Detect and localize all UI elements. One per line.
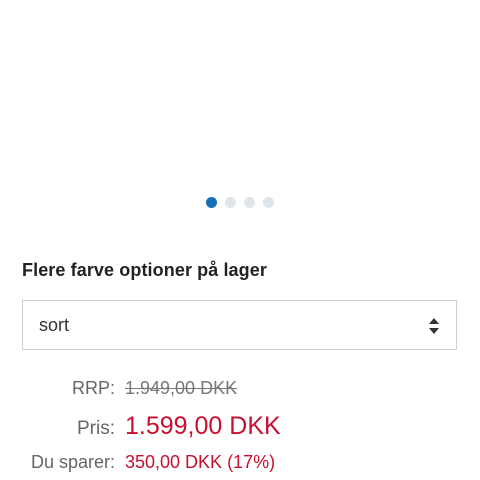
product-page: Flere farve optioner på lager sort RRP: … bbox=[0, 0, 480, 480]
price-row: Pris: 1.599,00 DKK bbox=[0, 412, 480, 441]
rrp-label: RRP: bbox=[71, 378, 115, 398]
savings-label: Du sparer: bbox=[30, 452, 115, 472]
color-select-value: sort bbox=[39, 314, 70, 335]
gallery-dot-4[interactable] bbox=[263, 197, 274, 208]
product-image-area[interactable] bbox=[0, 0, 480, 185]
select-updown-icon bbox=[429, 318, 439, 334]
price-value: 1.599,00 DKK bbox=[125, 412, 281, 440]
savings-value: 350,00 DKK (17%) bbox=[125, 452, 276, 472]
gallery-dot-1[interactable] bbox=[206, 197, 217, 208]
gallery-pagination bbox=[0, 197, 480, 208]
price-label: Pris: bbox=[77, 418, 115, 439]
rrp-value: 1.949,00 DKK bbox=[125, 378, 238, 398]
gallery-dot-3[interactable] bbox=[244, 197, 255, 208]
gallery-dot-2[interactable] bbox=[225, 197, 236, 208]
rrp-row: RRP: 1.949,00 DKK bbox=[0, 378, 480, 399]
savings-row: Du sparer: 350,00 DKK (17%) bbox=[0, 452, 480, 473]
color-select[interactable]: sort bbox=[22, 300, 457, 350]
color-options-title: Flere farve optioner på lager bbox=[22, 260, 267, 280]
